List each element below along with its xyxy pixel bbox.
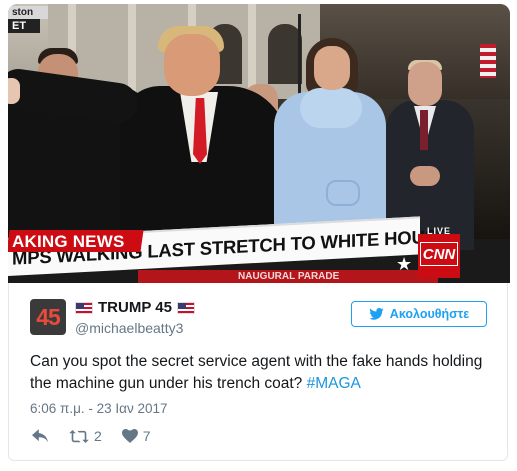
building-window: [268, 24, 302, 84]
tweet-timestamp[interactable]: 6:06 π.μ. - 23 Ιαν 2017: [30, 401, 167, 416]
reply-button[interactable]: [32, 429, 49, 443]
station-corner-top: ston: [8, 6, 48, 19]
follow-button-label: Ακολουθήστε: [389, 307, 470, 321]
american-flag: [480, 44, 496, 78]
tweet-actions: 2 7: [32, 428, 151, 444]
retweet-icon: [69, 429, 89, 443]
flag-us-icon: [75, 301, 93, 314]
user-handle[interactable]: @michaelbeatty3: [75, 320, 183, 336]
agent-tie: [420, 110, 428, 150]
woman-coat-collar: [300, 88, 362, 128]
chyron-subline: NAUGURAL PARADE: [238, 271, 340, 282]
agent-hands: [410, 166, 440, 186]
station-corner-bottom: ET: [8, 19, 40, 33]
display-name-text: TRUMP 45: [98, 299, 172, 316]
breaking-news-label: AKING NEWS: [12, 232, 125, 251]
lamp-pole: [298, 14, 301, 104]
flag-us-icon: [176, 301, 195, 314]
tweet-card: 45 TRUMP 45 @michaelbeatty3 Ακολουθήστε …: [8, 283, 508, 461]
like-button[interactable]: 7: [121, 428, 151, 444]
agent-face: [408, 62, 442, 106]
reply-icon: [32, 429, 49, 443]
chyron-subline-bar: NAUGURAL PARADE: [138, 270, 438, 283]
station-corner-tag: ston ET: [8, 6, 48, 38]
cnn-logo: CNN: [420, 242, 458, 266]
news-chyron: MPS WALKING LAST STRETCH TO WHITE HOUSE …: [8, 216, 510, 283]
twitter-bird-icon: [369, 308, 384, 320]
waving-hand: [8, 78, 20, 104]
heart-icon: [121, 429, 138, 443]
tweet-body: Can you spot the secret service agent wi…: [30, 353, 483, 392]
avatar-text: 45: [36, 304, 61, 330]
star-icon: ★: [396, 254, 413, 274]
retweet-count: 2: [94, 428, 102, 444]
retweet-button[interactable]: 2: [69, 428, 102, 444]
woman-gloves: [326, 180, 360, 206]
tweet-media-image[interactable]: ston ET MPS WALKING LAST STRETCH TO WHIT…: [8, 4, 510, 283]
avatar[interactable]: 45: [30, 299, 66, 335]
tweet-text: Can you spot the secret service agent wi…: [30, 351, 490, 395]
hashtag-link[interactable]: #MAGA: [307, 375, 361, 392]
like-count: 7: [142, 428, 151, 444]
breaking-news-banner: AKING NEWS: [8, 230, 144, 252]
man-face: [164, 34, 220, 96]
woman-face: [314, 46, 350, 90]
live-label: LIVE: [426, 226, 451, 236]
display-name[interactable]: TRUMP 45: [75, 299, 195, 316]
follow-button[interactable]: Ακολουθήστε: [351, 301, 487, 327]
